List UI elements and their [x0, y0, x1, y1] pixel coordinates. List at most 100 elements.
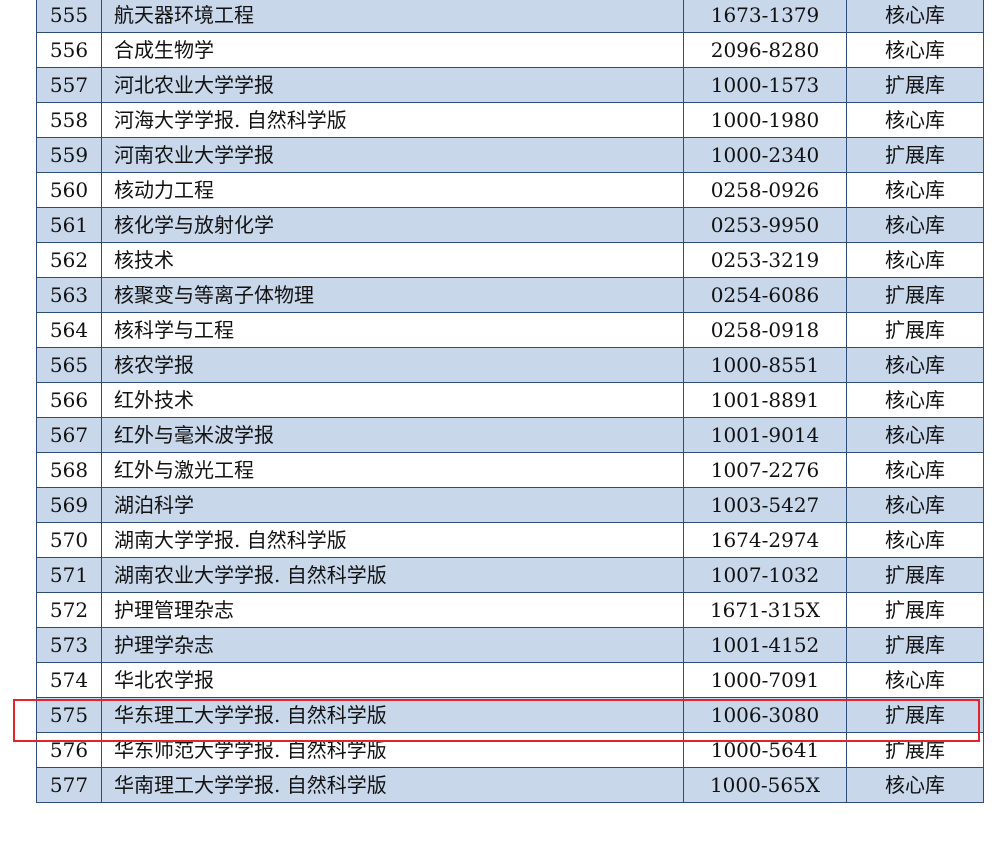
journal-name-cell: 湖泊科学: [101, 487, 684, 523]
issn-cell: 0254-6086: [683, 277, 847, 313]
table-row: 569 湖泊科学 1003-5427 核心库: [36, 487, 984, 523]
issn-cell: 1000-565X: [683, 767, 847, 803]
row-number-cell: 574: [36, 662, 102, 698]
table-row: 566 红外技术 1001-8891 核心库: [36, 382, 984, 418]
journal-table: 555 航天器环境工程 1673-1379 核心库 556 合成生物学 2096-8280 核…: [36, 0, 984, 803]
table-row: 559 河南农业大学学报 1000-2340 扩展库: [36, 137, 984, 173]
issn-cell: 1001-4152: [683, 627, 847, 663]
issn-cell: 1673-1379: [683, 0, 847, 33]
journal-name-cell: 华南理工大学学报. 自然科学版: [101, 767, 684, 803]
database-cell: 扩展库: [846, 67, 984, 103]
table-row: 574 华北农学报 1000-7091 核心库: [36, 662, 984, 698]
row-number-cell: 566: [36, 382, 102, 418]
row-number-cell: 570: [36, 522, 102, 558]
row-number-cell: 577: [36, 767, 102, 803]
database-cell: 扩展库: [846, 592, 984, 628]
row-number-cell: 567: [36, 417, 102, 453]
journal-name-cell: 河北农业大学学报: [101, 67, 684, 103]
row-number-cell: 565: [36, 347, 102, 383]
table-row: 560 核动力工程 0258-0926 核心库: [36, 172, 984, 208]
table-row: 565 核农学报 1000-8551 核心库: [36, 347, 984, 383]
issn-cell: 1001-9014: [683, 417, 847, 453]
row-number-cell: 575: [36, 697, 102, 733]
issn-cell: 0253-3219: [683, 242, 847, 278]
journal-name-cell: 湖南大学学报. 自然科学版: [101, 522, 684, 558]
issn-cell: 1000-5641: [683, 732, 847, 768]
issn-cell: 0258-0926: [683, 172, 847, 208]
issn-cell: 1674-2974: [683, 522, 847, 558]
journal-name-cell: 红外与毫米波学报: [101, 417, 684, 453]
database-cell: 核心库: [846, 452, 984, 488]
row-number-cell: 561: [36, 207, 102, 243]
journal-name-cell: 华东师范大学学报. 自然科学版: [101, 732, 684, 768]
row-number-cell: 555: [36, 0, 102, 33]
table-row: 576 华东师范大学学报. 自然科学版 1000-5641 扩展库: [36, 732, 984, 768]
database-cell: 核心库: [846, 32, 984, 68]
table-row: 564 核科学与工程 0258-0918 扩展库: [36, 312, 984, 348]
database-cell: 扩展库: [846, 627, 984, 663]
issn-cell: 1000-1573: [683, 67, 847, 103]
database-cell: 核心库: [846, 347, 984, 383]
journal-name-cell: 护理管理杂志: [101, 592, 684, 628]
journal-name-cell: 护理学杂志: [101, 627, 684, 663]
journal-name-cell: 河海大学学报. 自然科学版: [101, 102, 684, 138]
database-cell: 核心库: [846, 522, 984, 558]
database-cell: 核心库: [846, 172, 984, 208]
issn-cell: 1007-1032: [683, 557, 847, 593]
table-row: 568 红外与激光工程 1007-2276 核心库: [36, 452, 984, 488]
issn-cell: 1003-5427: [683, 487, 847, 523]
journal-name-cell: 红外与激光工程: [101, 452, 684, 488]
table-row: 562 核技术 0253-3219 核心库: [36, 242, 984, 278]
database-cell: 核心库: [846, 417, 984, 453]
row-number-cell: 568: [36, 452, 102, 488]
journal-name-cell: 核聚变与等离子体物理: [101, 277, 684, 313]
database-cell: 核心库: [846, 0, 984, 33]
journal-name-cell: 核化学与放射化学: [101, 207, 684, 243]
row-number-cell: 571: [36, 557, 102, 593]
issn-cell: 0253-9950: [683, 207, 847, 243]
journal-table-body: 555 航天器环境工程 1673-1379 核心库 556 合成生物学 2096-8280 核…: [36, 0, 984, 803]
database-cell: 核心库: [846, 382, 984, 418]
table-row: 577 华南理工大学学报. 自然科学版 1000-565X 核心库: [36, 767, 984, 803]
database-cell: 核心库: [846, 102, 984, 138]
issn-cell: 1671-315X: [683, 592, 847, 628]
database-cell: 扩展库: [846, 732, 984, 768]
table-row: 556 合成生物学 2096-8280 核心库: [36, 32, 984, 68]
database-cell: 核心库: [846, 662, 984, 698]
table-row: 555 航天器环境工程 1673-1379 核心库: [36, 0, 984, 33]
issn-cell: 1001-8891: [683, 382, 847, 418]
table-row: 575 华东理工大学学报. 自然科学版 1006-3080 扩展库: [36, 697, 984, 733]
journal-name-cell: 湖南农业大学学报. 自然科学版: [101, 557, 684, 593]
journal-name-cell: 华东理工大学学报. 自然科学版: [101, 697, 684, 733]
row-number-cell: 573: [36, 627, 102, 663]
table-row: 557 河北农业大学学报 1000-1573 扩展库: [36, 67, 984, 103]
issn-cell: 0258-0918: [683, 312, 847, 348]
database-cell: 扩展库: [846, 557, 984, 593]
row-number-cell: 562: [36, 242, 102, 278]
journal-name-cell: 核动力工程: [101, 172, 684, 208]
database-cell: 核心库: [846, 487, 984, 523]
row-number-cell: 558: [36, 102, 102, 138]
row-number-cell: 559: [36, 137, 102, 173]
table-row: 570 湖南大学学报. 自然科学版 1674-2974 核心库: [36, 522, 984, 558]
journal-name-cell: 合成生物学: [101, 32, 684, 68]
issn-cell: 1000-1980: [683, 102, 847, 138]
row-number-cell: 569: [36, 487, 102, 523]
issn-cell: 1006-3080: [683, 697, 847, 733]
journal-name-cell: 华北农学报: [101, 662, 684, 698]
issn-cell: 1000-7091: [683, 662, 847, 698]
table-row: 567 红外与毫米波学报 1001-9014 核心库: [36, 417, 984, 453]
table-row: 573 护理学杂志 1001-4152 扩展库: [36, 627, 984, 663]
journal-name-cell: 红外技术: [101, 382, 684, 418]
issn-cell: 1000-8551: [683, 347, 847, 383]
journal-name-cell: 核农学报: [101, 347, 684, 383]
row-number-cell: 560: [36, 172, 102, 208]
table-row: 561 核化学与放射化学 0253-9950 核心库: [36, 207, 984, 243]
row-number-cell: 563: [36, 277, 102, 313]
database-cell: 扩展库: [846, 137, 984, 173]
row-number-cell: 576: [36, 732, 102, 768]
database-cell: 扩展库: [846, 697, 984, 733]
journal-name-cell: 航天器环境工程: [101, 0, 684, 33]
database-cell: 核心库: [846, 242, 984, 278]
database-cell: 扩展库: [846, 312, 984, 348]
